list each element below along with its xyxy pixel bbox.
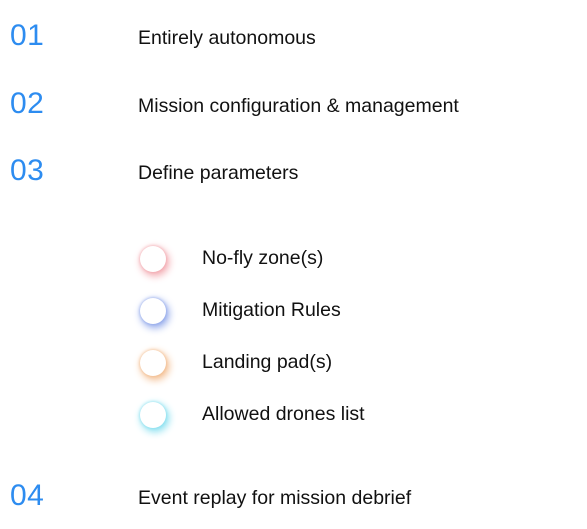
parameter-item-landing-pads: Landing pad(s) [130,344,530,384]
feature-label: Define parameters [138,162,299,184]
parameter-item-mitigation-rules: Mitigation Rules [130,292,530,332]
feature-label: Event replay for mission debrief [138,487,412,509]
feature-number: 01 [10,19,45,52]
bullet-dot-icon [140,350,166,376]
feature-label: Entirely autonomous [138,27,316,49]
bullet-dot-icon [140,246,166,272]
feature-item-03: 03 Define parameters [0,153,587,203]
feature-label: Mission configuration & management [138,95,459,117]
feature-item-04: 04 Event replay for mission debrief [0,478,587,528]
parameter-label: No-fly zone(s) [202,247,324,269]
parameter-item-no-fly-zones: No-fly zone(s) [130,240,530,280]
parameter-label: Landing pad(s) [202,351,333,373]
parameter-label: Mitigation Rules [202,299,341,321]
parameter-label: Allowed drones list [202,403,365,425]
bullet-dot-icon [140,402,166,428]
bullet-dot-icon [140,298,166,324]
feature-number: 02 [10,87,45,120]
feature-number: 04 [10,479,45,512]
feature-item-01: 01 Entirely autonomous [0,18,587,68]
feature-item-02: 02 Mission configuration & management [0,86,587,136]
feature-number: 03 [10,154,45,187]
parameter-item-allowed-drones: Allowed drones list [130,396,530,436]
